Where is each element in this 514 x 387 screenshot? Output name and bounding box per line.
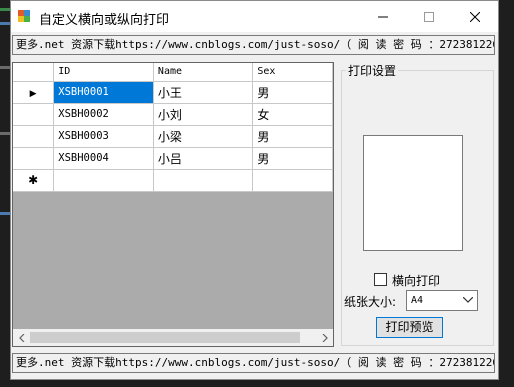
- current-row-icon: ▶: [29, 89, 37, 99]
- editor-mark: [0, 132, 10, 135]
- row-header[interactable]: [13, 147, 55, 170]
- chevron-down-icon: [463, 297, 473, 303]
- row-header[interactable]: [13, 125, 55, 148]
- chevron-left-icon: [18, 333, 24, 342]
- editor-mark: [0, 212, 10, 215]
- cell-sex[interactable]: [252, 169, 333, 192]
- table-row[interactable]: ▶ XSBH0001 小王 男: [13, 81, 333, 104]
- info-bar-top: 更多.net 资源下载https://www.cnblogs.com/just-…: [12, 35, 495, 55]
- scroll-left-button[interactable]: [13, 329, 30, 346]
- row-header[interactable]: [13, 103, 55, 126]
- cell-id[interactable]: [53, 169, 154, 192]
- table-row[interactable]: XSBH0003 小梁 男: [13, 125, 333, 148]
- paper-size-value: A4: [411, 295, 424, 306]
- editor-mark: [0, 22, 10, 25]
- maximize-icon: [424, 11, 434, 22]
- grid-header-row: ID Name Sex: [13, 63, 333, 82]
- cell-name[interactable]: 小刘: [153, 103, 254, 126]
- paper-size-label: 纸张大小:: [344, 295, 397, 309]
- table-row[interactable]: XSBH0002 小刘 女: [13, 103, 333, 126]
- close-icon: [470, 11, 480, 22]
- scroll-right-button[interactable]: [316, 329, 333, 346]
- chevron-right-icon: [322, 333, 328, 342]
- cell-name[interactable]: 小梁: [153, 125, 254, 148]
- print-settings-label: 打印设置: [346, 62, 399, 79]
- maximize-button[interactable]: [406, 1, 452, 32]
- cell-name[interactable]: 小吕: [153, 147, 254, 170]
- column-header-sex[interactable]: Sex: [252, 63, 333, 82]
- print-preview-button[interactable]: 打印预览: [376, 317, 443, 338]
- scrollbar-thumb[interactable]: [30, 332, 300, 343]
- minimize-icon: [378, 16, 388, 17]
- landscape-checkbox[interactable]: [374, 273, 387, 286]
- horizontal-scrollbar[interactable]: [13, 329, 333, 346]
- new-row[interactable]: ✱: [13, 169, 333, 192]
- data-grid[interactable]: ID Name Sex ▶ XSBH0001 小王 男 XSBH0002 小刘 …: [12, 62, 334, 347]
- column-header-name[interactable]: Name: [153, 63, 254, 82]
- cell-name[interactable]: [153, 169, 254, 192]
- cell-sex[interactable]: 男: [252, 81, 333, 104]
- minimize-button[interactable]: [360, 1, 406, 32]
- print-preview-area: [363, 135, 463, 251]
- grid-table: ID Name Sex ▶ XSBH0001 小王 男 XSBH0002 小刘 …: [13, 63, 333, 192]
- editor-mark: [0, 8, 10, 11]
- cell-sex[interactable]: 男: [252, 125, 333, 148]
- close-button[interactable]: [452, 1, 498, 32]
- info-bar-bottom: 更多.net 资源下载https://www.cnblogs.com/just-…: [12, 353, 495, 373]
- editor-mark: [0, 66, 10, 69]
- cell-id[interactable]: XSBH0002: [53, 103, 154, 126]
- cell-id[interactable]: XSBH0001: [53, 81, 154, 104]
- cell-sex[interactable]: 女: [252, 103, 333, 126]
- title-bar: 自定义横向或纵向打印: [11, 1, 498, 32]
- row-header-current[interactable]: ▶: [13, 81, 55, 104]
- cell-name[interactable]: 小王: [153, 81, 254, 104]
- paper-size-select[interactable]: A4: [406, 290, 478, 311]
- column-header-id[interactable]: ID: [53, 63, 154, 82]
- landscape-label[interactable]: 横向打印: [392, 272, 440, 289]
- app-icon: [18, 10, 30, 22]
- app-window: 自定义横向或纵向打印 更多.net 资源下载https://www.cnblog…: [10, 0, 499, 380]
- grid-corner: [13, 63, 55, 82]
- cell-sex[interactable]: 男: [252, 147, 333, 170]
- table-row[interactable]: XSBH0004 小吕 男: [13, 147, 333, 170]
- row-header-new[interactable]: ✱: [13, 169, 55, 192]
- window-title: 自定义横向或纵向打印: [39, 13, 170, 28]
- background-editor-right: [498, 0, 514, 387]
- cell-id[interactable]: XSBH0004: [53, 147, 154, 170]
- new-row-icon: ✱: [28, 173, 39, 187]
- cell-id[interactable]: XSBH0003: [53, 125, 154, 148]
